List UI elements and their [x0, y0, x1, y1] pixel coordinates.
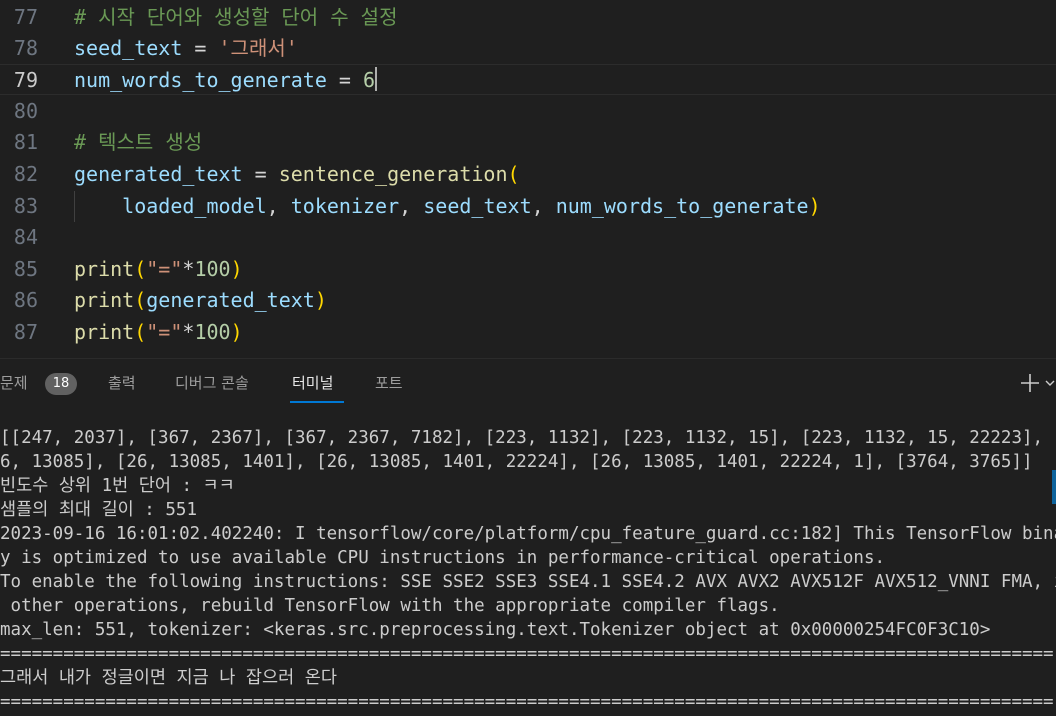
code-token: seed_text: [423, 194, 532, 218]
code-editor[interactable]: 77 # 시작 단어와 생성할 단어 수 설정 78 seed_text = '그래서…: [0, 0, 1056, 358]
code-token: tokenizer: [290, 194, 400, 218]
code-token: print: [74, 257, 135, 281]
code-token: (: [507, 162, 520, 186]
terminal-line: max_len: 551, tokenizer: <keras.src.prep…: [0, 620, 991, 640]
code-token: print: [74, 320, 135, 344]
terminal-scrollbar[interactable]: [1052, 470, 1056, 504]
code-token: =: [326, 68, 363, 92]
terminal-line: 빈도수 상위 1번 단어 : ㅋㅋ: [0, 476, 235, 496]
line-number: 78: [13, 36, 38, 60]
code-line[interactable]: 83 loaded_model, tokenizer, seed_text, n…: [0, 191, 1056, 222]
code-token: ,: [266, 194, 291, 218]
code-line[interactable]: 81 # 텍스트 생성: [0, 127, 1056, 158]
code-text[interactable]: # 텍스트 생성: [74, 127, 202, 158]
code-line[interactable]: 85 print("="*100): [0, 254, 1056, 285]
code-token: ): [808, 194, 821, 218]
line-number: 83: [13, 194, 38, 218]
line-number: 85: [13, 257, 38, 281]
code-text[interactable]: print("="*100): [74, 254, 243, 285]
code-token: "=": [146, 257, 183, 281]
text-cursor: [375, 67, 378, 91]
plus-icon[interactable]: [1019, 372, 1041, 394]
code-token: loaded_model: [122, 194, 267, 218]
code-line[interactable]: 77 # 시작 단어와 생성할 단어 수 설정: [0, 2, 1056, 33]
code-token: "=": [146, 320, 183, 344]
code-token: 100: [194, 257, 231, 281]
line-number: 80: [13, 99, 38, 123]
code-token: (: [134, 320, 147, 344]
code-text[interactable]: print("="*100): [74, 317, 243, 348]
terminal-line: [[247, 2037], [367, 2367], [367, 2367, 7…: [0, 428, 1056, 448]
terminal-output[interactable]: [[247, 2037], [367, 2367], [367, 2367, 7…: [0, 408, 1056, 716]
terminal-line: 2023-09-16 16:01:02.402240: I tensorflow…: [0, 524, 1056, 544]
line-number: 86: [13, 288, 38, 312]
code-line[interactable]: 86 print(generated_text): [0, 285, 1056, 316]
code-token: 6: [363, 68, 376, 92]
code-token: generated_text: [74, 162, 243, 186]
code-text[interactable]: print(generated_text): [74, 285, 327, 316]
problems-count-badge: 18: [45, 373, 77, 395]
terminal-line: ========================================…: [0, 692, 1054, 712]
code-token: ): [314, 288, 327, 312]
line-number: 87: [13, 320, 38, 344]
chevron-down-icon[interactable]: [1044, 377, 1056, 389]
code-token: =: [242, 162, 279, 186]
panel-tab-bar: 문제 18 출력 디버그 콘솔 터미널 포트: [0, 358, 1056, 408]
terminal-line: ========================================…: [0, 644, 1054, 664]
terminal-line: 그래서 내가 정글이면 지금 나 잡으러 온다: [0, 668, 337, 688]
code-token: (: [134, 288, 147, 312]
code-token: '그래서': [218, 36, 298, 60]
line-number: 82: [13, 162, 38, 186]
code-token: =: [182, 36, 219, 60]
tab-output[interactable]: 출력: [108, 373, 136, 393]
code-line[interactable]: 87 print("="*100): [0, 317, 1056, 348]
tab-problems[interactable]: 문제: [0, 373, 28, 393]
code-text[interactable]: # 시작 단어와 생성할 단어 수 설정: [74, 2, 398, 33]
code-token: num_words_to_generate: [74, 68, 327, 92]
terminal-line: other operations, rebuild TensorFlow wit…: [0, 596, 780, 616]
code-token: 100: [194, 320, 231, 344]
active-tab-indicator: [290, 401, 344, 403]
line-number: 79: [13, 68, 38, 92]
code-line[interactable]: 78 seed_text = '그래서': [0, 33, 1056, 64]
terminal-line: 6, 13085], [26, 13085, 1401], [26, 13085…: [0, 452, 1033, 472]
line-number: 84: [13, 225, 38, 249]
code-text[interactable]: generated_text = sentence_generation(: [74, 159, 520, 190]
code-token: (: [134, 257, 147, 281]
code-token: ,: [531, 194, 556, 218]
code-token: seed_text: [74, 36, 183, 60]
code-text[interactable]: num_words_to_generate = 6: [74, 65, 378, 96]
code-token: ): [230, 257, 243, 281]
code-token: ,: [399, 194, 424, 218]
terminal-line: To enable the following instructions: SS…: [0, 572, 1056, 592]
terminal-line: 샘플의 최대 길이 : 551: [0, 500, 197, 520]
code-token: # 시작 단어와 생성할 단어 수 설정: [74, 5, 398, 29]
code-token: *: [182, 257, 195, 281]
tab-debug-console[interactable]: 디버그 콘솔: [175, 373, 249, 393]
code-token: *: [182, 320, 195, 344]
terminal-line: y is optimized to use available CPU inst…: [0, 548, 886, 568]
code-text[interactable]: loaded_model, tokenizer, seed_text, num_…: [74, 191, 821, 222]
tab-ports[interactable]: 포트: [375, 373, 403, 393]
code-token: sentence_generation: [278, 162, 508, 186]
code-token: # 텍스트 생성: [74, 130, 203, 154]
code-token: print: [74, 288, 135, 312]
code-token: generated_text: [146, 288, 315, 312]
code-token: ): [230, 320, 243, 344]
code-line[interactable]: 80: [0, 96, 1056, 127]
code-line[interactable]: 82 generated_text = sentence_generation(: [0, 159, 1056, 190]
code-line[interactable]: 79 num_words_to_generate = 6: [0, 64, 1056, 95]
code-token: num_words_to_generate: [555, 194, 809, 218]
line-number: 77: [13, 5, 38, 29]
tab-terminal[interactable]: 터미널: [292, 373, 333, 393]
code-text[interactable]: seed_text = '그래서': [74, 33, 298, 64]
line-number: 81: [13, 130, 38, 154]
code-line[interactable]: 84: [0, 222, 1056, 253]
